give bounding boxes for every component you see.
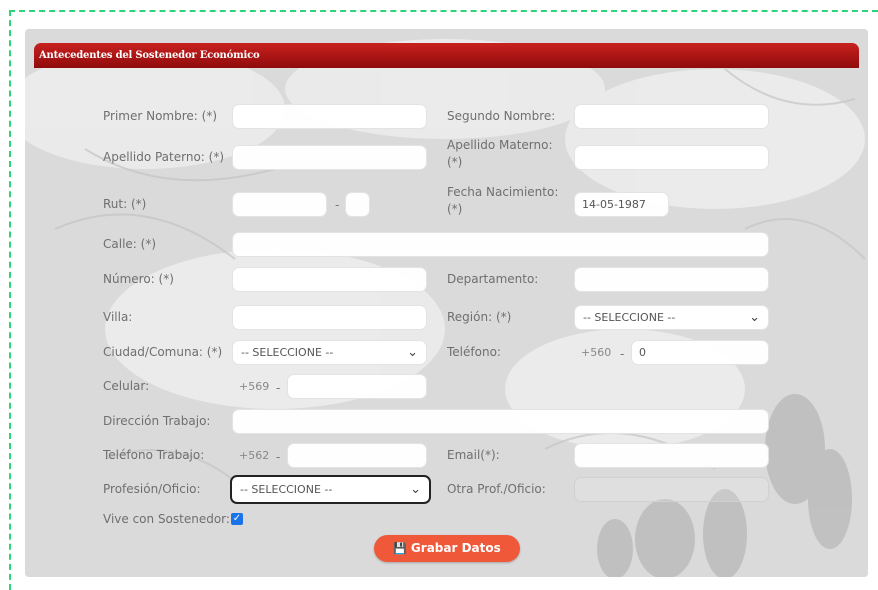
otra-profesion-input[interactable] bbox=[574, 477, 769, 502]
label-email: Email(*): bbox=[447, 448, 500, 462]
rut-dv-input[interactable] bbox=[345, 192, 370, 217]
telefono-trabajo-separator: - bbox=[276, 450, 281, 464]
label-direccion-trabajo: Dirección Trabajo: bbox=[103, 414, 211, 428]
label-profesion-oficio: Profesión/Oficio: bbox=[103, 482, 201, 496]
chevron-down-icon: ⌄ bbox=[407, 345, 418, 360]
label-apellido-materno: Apellido Materno: (*) bbox=[447, 138, 553, 169]
apellido-paterno-input[interactable] bbox=[232, 145, 427, 170]
save-button-label: Grabar Datos bbox=[410, 541, 501, 555]
label-celular: Celular: bbox=[103, 379, 150, 393]
celular-prefix: +569 bbox=[239, 380, 270, 393]
label-calle: Calle: (*) bbox=[103, 237, 157, 251]
label-villa: Villa: bbox=[103, 310, 133, 324]
segundo-nombre-input[interactable] bbox=[574, 104, 769, 129]
rut-input[interactable] bbox=[232, 192, 327, 217]
label-rut: Rut: (*) bbox=[103, 197, 147, 211]
section-header: Antecedentes del Sostenedor Económico bbox=[34, 43, 859, 68]
label-vive-con-sostenedor: Vive con Sostenedor: bbox=[103, 512, 230, 526]
label-telefono-trabajo: Teléfono Trabajo: bbox=[103, 448, 205, 462]
label-region: Región: (*) bbox=[447, 310, 512, 324]
dashed-border-left bbox=[9, 10, 11, 590]
label-primer-nombre: Primer Nombre: (*) bbox=[103, 109, 218, 123]
fecha-nacimiento-input[interactable]: 14-05-1987 bbox=[574, 192, 669, 217]
vive-con-sostenedor-checkbox[interactable]: ✓ bbox=[231, 513, 243, 525]
label-numero: Número: (*) bbox=[103, 272, 174, 286]
celular-input[interactable] bbox=[287, 374, 427, 399]
telefono-prefix: +560 bbox=[581, 346, 612, 359]
label-fecha-nacimiento: Fecha Nacimiento: (*) bbox=[447, 185, 559, 216]
region-select[interactable]: -- SELECCIONE -- ⌄ bbox=[574, 305, 769, 330]
primer-nombre-input[interactable] bbox=[232, 104, 427, 129]
label-segundo-nombre: Segundo Nombre: bbox=[447, 109, 556, 123]
telefono-trabajo-prefix: +562 bbox=[239, 449, 270, 462]
apellido-materno-input[interactable] bbox=[574, 145, 769, 170]
telefono-input[interactable]: 0 bbox=[631, 340, 769, 365]
chevron-down-icon: ⌄ bbox=[749, 310, 760, 325]
region-selected-value: -- SELECCIONE -- bbox=[583, 311, 676, 324]
form-panel: Antecedentes del Sostenedor Económico Pr… bbox=[25, 29, 868, 577]
chevron-down-icon: ⌄ bbox=[410, 482, 421, 497]
label-telefono: Teléfono: bbox=[447, 345, 501, 359]
telefono-separator: - bbox=[620, 347, 625, 361]
telefono-trabajo-input[interactable] bbox=[287, 443, 427, 468]
label-apellido-paterno: Apellido Paterno: (*) bbox=[103, 150, 225, 164]
profesion-oficio-selected-value: -- SELECCIONE -- bbox=[240, 483, 333, 496]
calle-input[interactable] bbox=[232, 232, 769, 257]
email-input[interactable] bbox=[574, 443, 769, 468]
celular-separator: - bbox=[276, 381, 281, 395]
dashed-border-top bbox=[9, 10, 878, 12]
save-icon: 💾 bbox=[393, 542, 407, 555]
label-otra-profesion: Otra Prof./Oficio: bbox=[447, 482, 546, 496]
ciudad-comuna-select[interactable]: -- SELECCIONE -- ⌄ bbox=[232, 340, 427, 365]
direccion-trabajo-input[interactable] bbox=[232, 409, 769, 434]
save-button[interactable]: 💾 Grabar Datos bbox=[374, 535, 520, 562]
profesion-oficio-select[interactable]: -- SELECCIONE -- ⌄ bbox=[230, 475, 431, 504]
rut-separator: - bbox=[335, 198, 340, 212]
numero-input[interactable] bbox=[232, 267, 427, 292]
ciudad-comuna-selected-value: -- SELECCIONE -- bbox=[241, 346, 334, 359]
check-icon: ✓ bbox=[232, 513, 242, 524]
departamento-input[interactable] bbox=[574, 267, 769, 292]
label-ciudad-comuna: Ciudad/Comuna: (*) bbox=[103, 345, 223, 359]
label-departamento: Departamento: bbox=[447, 272, 539, 286]
villa-input[interactable] bbox=[232, 305, 427, 330]
